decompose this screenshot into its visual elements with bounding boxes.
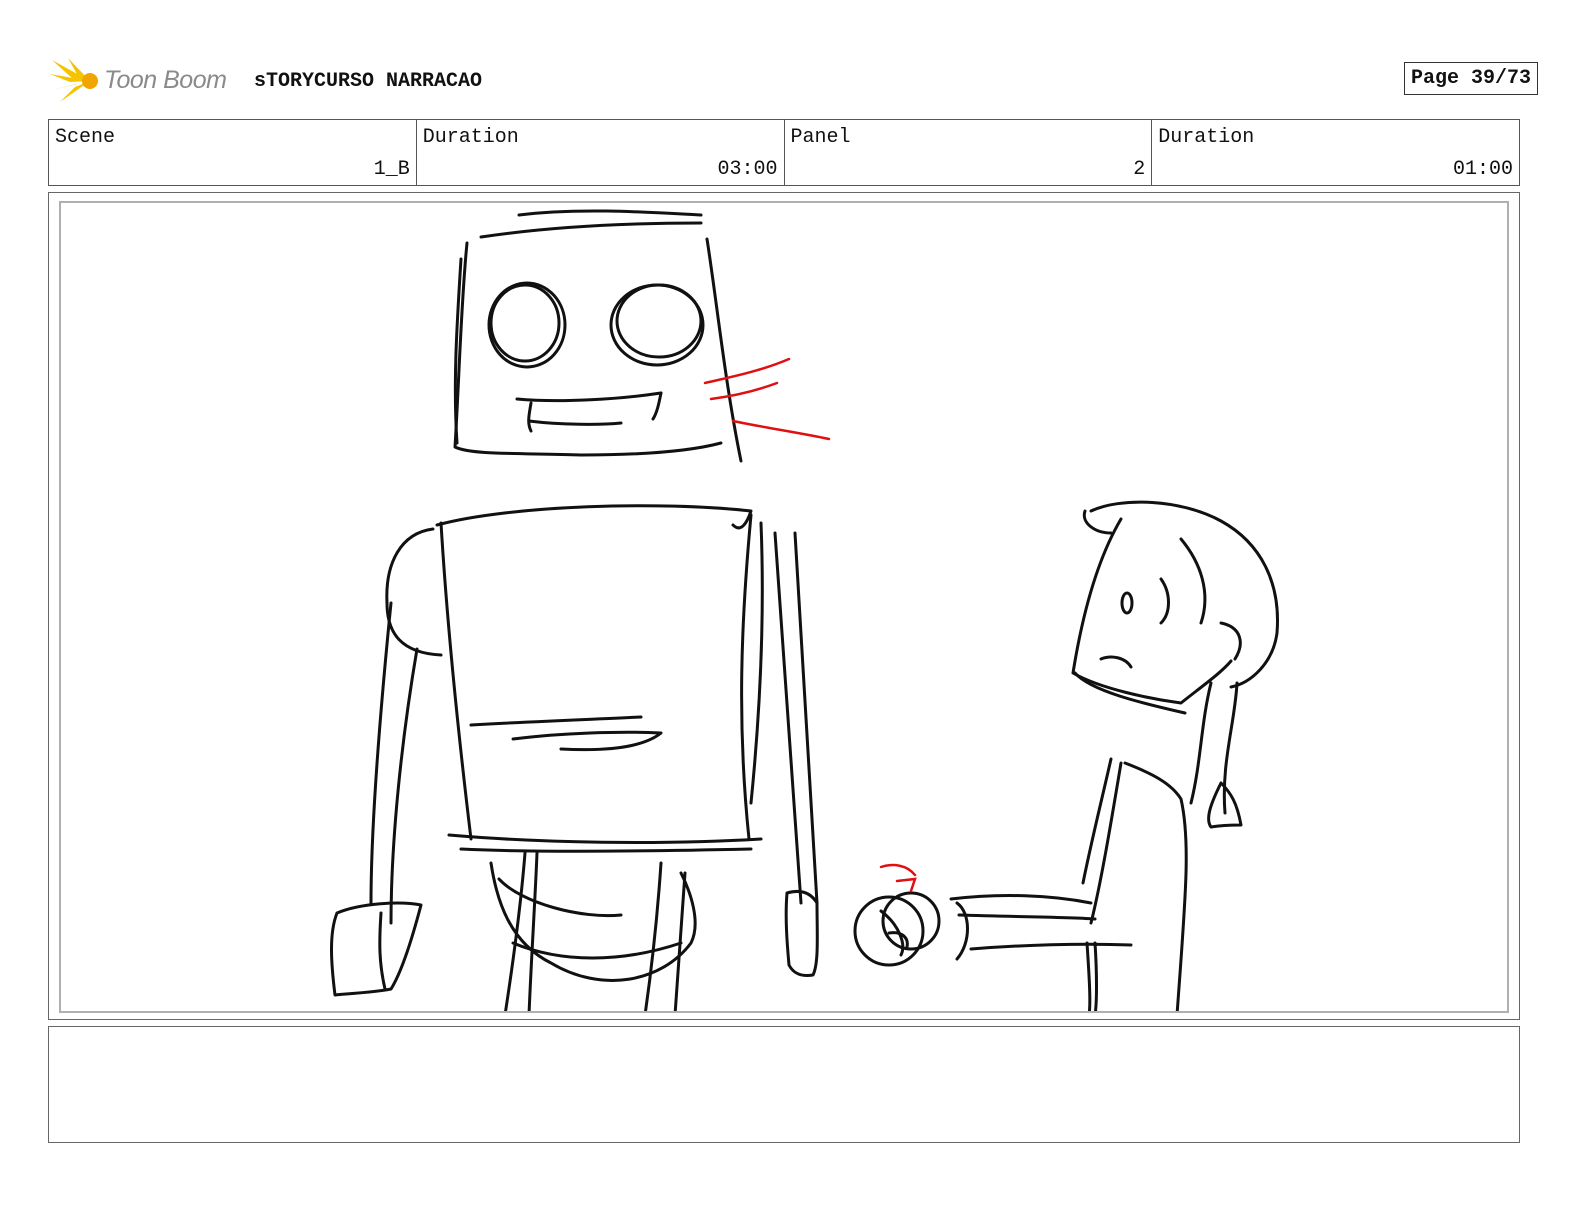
panel-label: Panel (790, 126, 851, 149)
scene-duration-cell: Duration 03:00 (417, 120, 785, 185)
panel-cell: Panel 2 (785, 120, 1153, 185)
header: Toon Boom sTORYCURSO NARRACAO Page 39/73 (50, 56, 1540, 106)
panel-value: 2 (1133, 158, 1146, 181)
robot-body-sketch (330, 504, 819, 1011)
panel-duration-value: 01:00 (1452, 158, 1513, 181)
panel-duration-label: Duration (1158, 126, 1255, 149)
girl-sketch (853, 500, 1280, 1011)
toon-boom-logo: Toon Boom (50, 56, 240, 106)
panel-duration-cell: Duration 01:00 (1152, 120, 1519, 185)
robot-head-sketch (453, 209, 743, 463)
project-title: sTORYCURSO NARRACAO (254, 70, 483, 93)
scene-value: 1_B (373, 158, 410, 181)
panel-info-table: Scene 1_B Duration 03:00 Panel 2 Duratio… (48, 119, 1520, 186)
scene-duration-label: Duration (422, 126, 519, 149)
scene-label: Scene (55, 126, 116, 149)
page-indicator: Page 39/73 (1403, 62, 1538, 95)
panel-drawing-area (59, 201, 1509, 1013)
storyboard-panel (48, 192, 1520, 1020)
sketch-drawing (330, 209, 1280, 1011)
logo-text: Toon Boom (104, 66, 227, 94)
scene-cell: Scene 1_B (49, 120, 417, 185)
panel-notes-area (48, 1026, 1520, 1143)
logo-burst-icon (50, 58, 98, 102)
scene-duration-value: 03:00 (717, 158, 778, 181)
